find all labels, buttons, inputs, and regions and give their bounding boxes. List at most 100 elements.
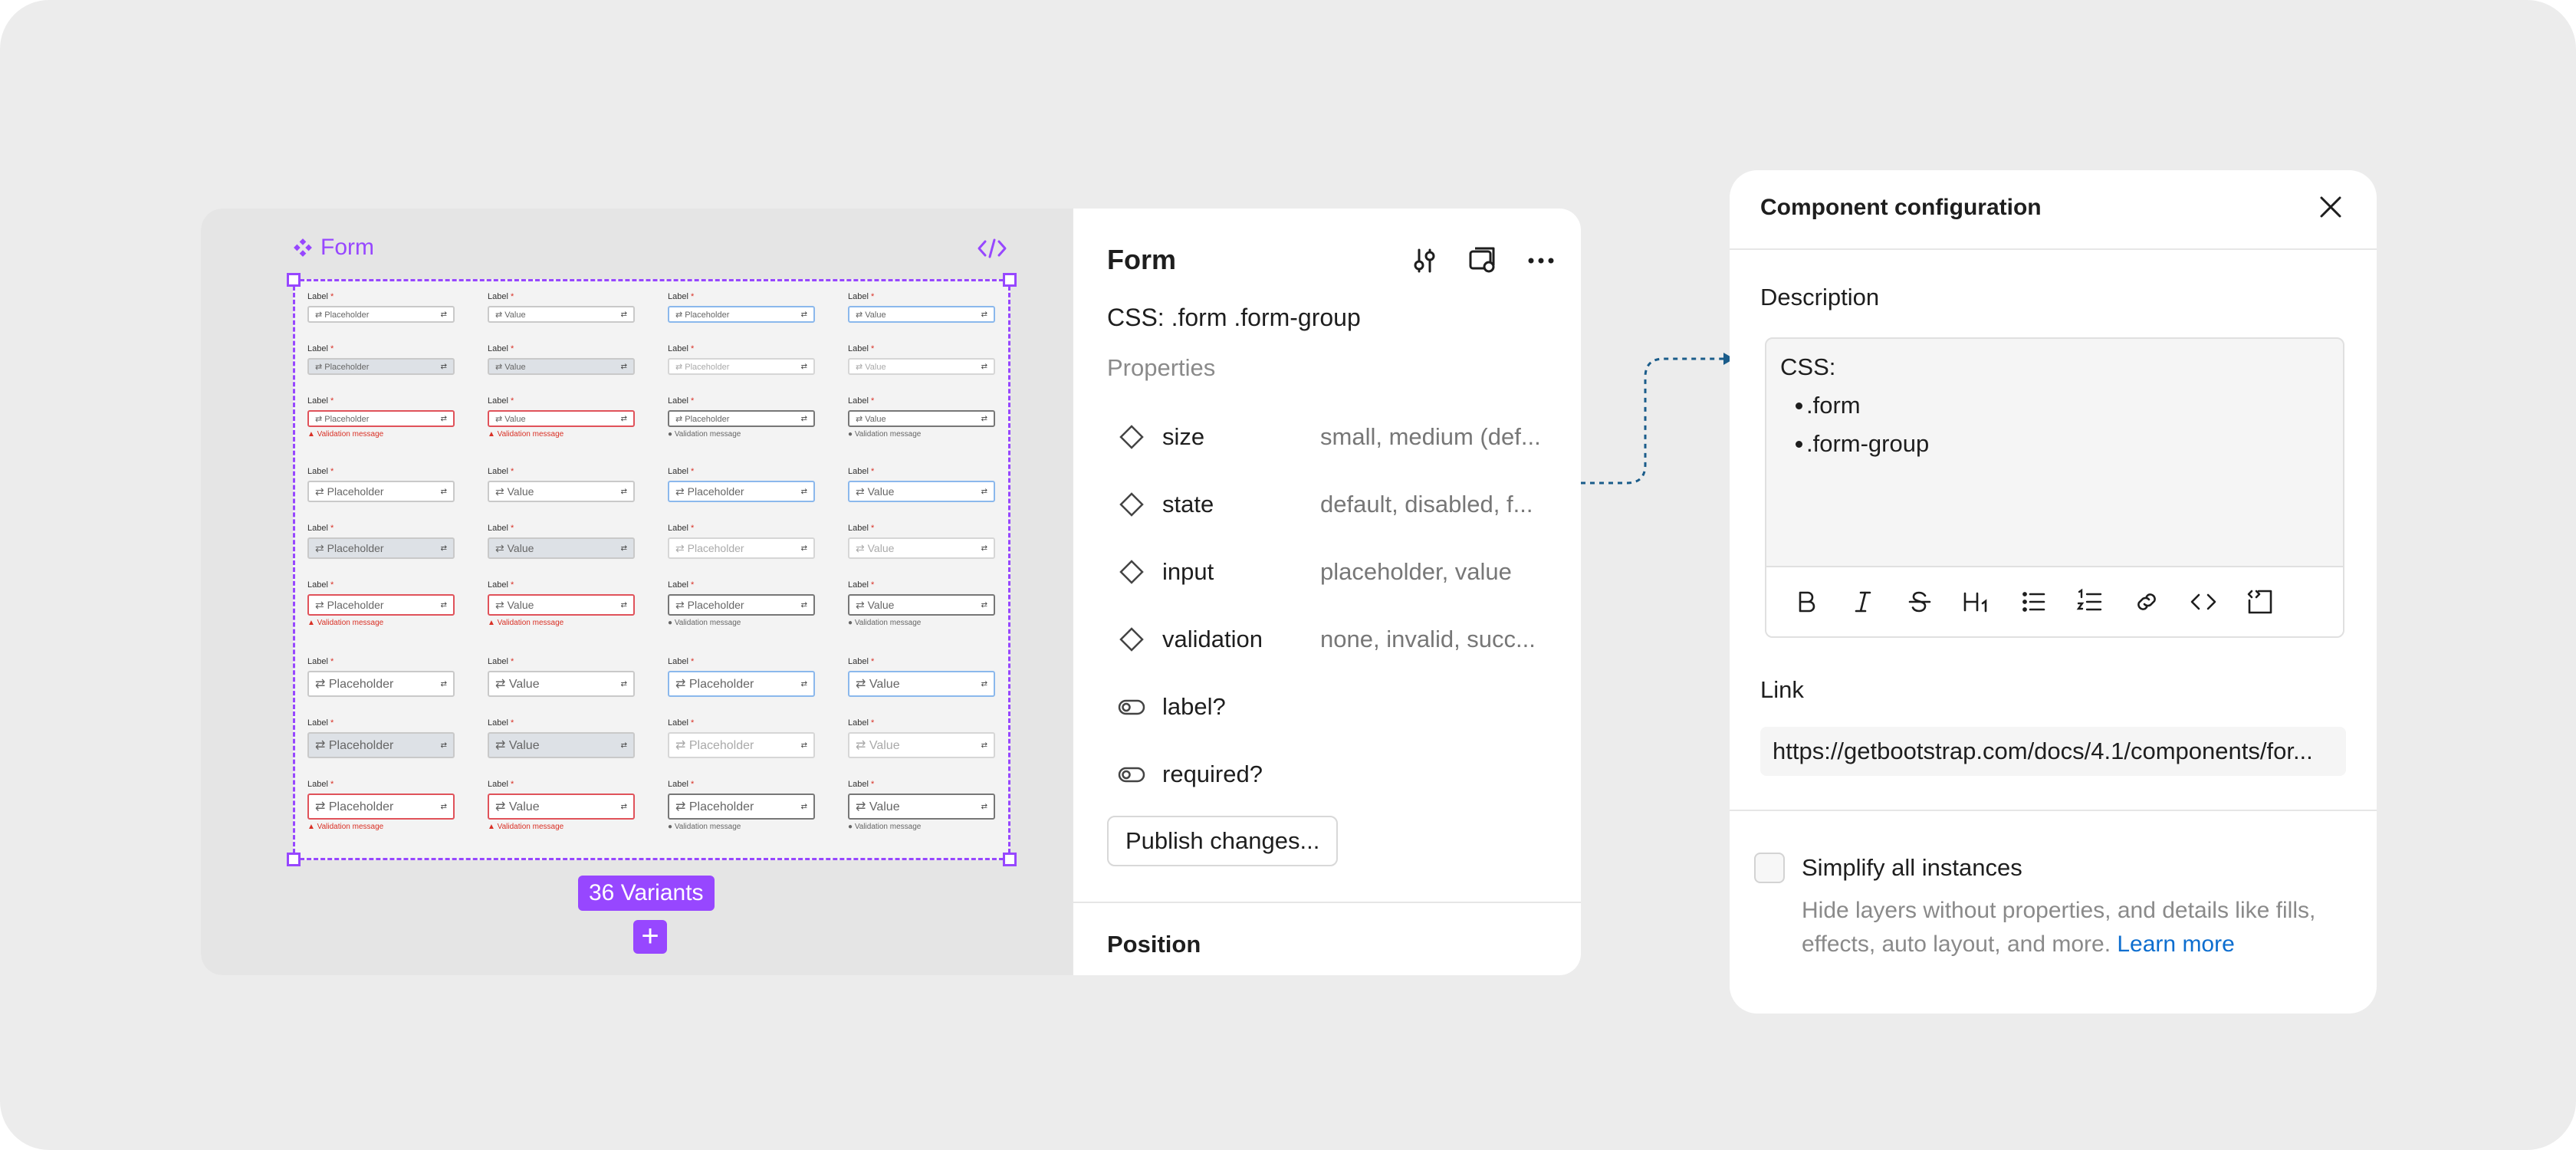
variant-input[interactable]: ⇄ Placeholder ⇄ bbox=[668, 358, 815, 375]
variant-input[interactable]: ⇄ Value ⇄ bbox=[488, 594, 635, 616]
variant-cell[interactable]: Label * ⇄ Placeholder ⇄ ▲ Validation messag… bbox=[307, 780, 455, 831]
variant-input[interactable]: ⇄ Value ⇄ bbox=[488, 537, 635, 559]
variant-input[interactable]: ⇄ Placeholder ⇄ bbox=[668, 537, 815, 559]
variant-cell[interactable]: Label * ⇄ Value ⇄ bbox=[488, 344, 635, 375]
simplify-label[interactable]: Simplify all instances bbox=[1802, 854, 2022, 882]
property-state[interactable]: state default, disabled, f... bbox=[1118, 481, 1562, 527]
variant-cell[interactable]: Label * ⇄ Placeholder ⇄ bbox=[307, 467, 455, 502]
variant-cell[interactable]: Label * ⇄ Placeholder ⇄ ▲ Validation messag… bbox=[307, 580, 455, 627]
variant-cell[interactable]: Label * ⇄ Placeholder ⇄ bbox=[307, 344, 455, 375]
component-config-icon[interactable] bbox=[1466, 244, 1500, 278]
variant-input[interactable]: ⇄ Placeholder ⇄ bbox=[307, 537, 455, 559]
variant-cell[interactable]: Label * ⇄ Value ⇄ ▲ Validation message bbox=[488, 780, 635, 831]
component-title[interactable]: Form bbox=[293, 235, 374, 261]
variant-input[interactable]: ⇄ Placeholder ⇄ bbox=[307, 732, 455, 758]
variant-input[interactable]: ⇄ Placeholder ⇄ bbox=[668, 671, 815, 697]
variant-cell[interactable]: Label * ⇄ Placeholder ⇄ ● Validation messag… bbox=[668, 780, 815, 831]
variant-cell[interactable]: Label * ⇄ Placeholder ⇄ bbox=[668, 292, 815, 323]
variant-cell[interactable]: Label * ⇄ Value ⇄ bbox=[848, 292, 995, 323]
variant-input[interactable]: ⇄ Placeholder ⇄ bbox=[307, 481, 455, 502]
variant-input[interactable]: ⇄ Value ⇄ bbox=[848, 671, 995, 697]
variant-input[interactable]: ⇄ Placeholder ⇄ bbox=[307, 410, 455, 427]
bullet-list-button[interactable] bbox=[2013, 582, 2053, 622]
variant-cell[interactable]: Label * ⇄ Placeholder ⇄ bbox=[668, 524, 815, 559]
variant-input[interactable]: ⇄ Value ⇄ bbox=[848, 732, 995, 758]
publish-button[interactable]: Publish changes... bbox=[1107, 816, 1339, 866]
resize-handle[interactable] bbox=[287, 853, 301, 866]
variant-input[interactable]: ⇄ Placeholder ⇄ bbox=[307, 358, 455, 375]
heading-button[interactable] bbox=[1957, 582, 1996, 622]
variant-cell[interactable]: Label * ⇄ Placeholder ⇄ bbox=[668, 467, 815, 502]
variant-input[interactable]: ⇄ Placeholder ⇄ bbox=[307, 306, 455, 323]
variant-cell[interactable]: Label * ⇄ Value ⇄ ● Validation message bbox=[848, 580, 995, 627]
variant-input[interactable]: ⇄ Value ⇄ bbox=[488, 794, 635, 820]
link-input[interactable]: https://getbootstrap.com/docs/4.1/compon… bbox=[1760, 727, 2346, 776]
variant-cell[interactable]: Label * ⇄ Value ⇄ bbox=[848, 718, 995, 758]
more-icon[interactable] bbox=[1524, 244, 1558, 278]
property-size[interactable]: size small, medium (def... bbox=[1118, 414, 1562, 460]
variant-cell[interactable]: Label * ⇄ Placeholder ⇄ bbox=[668, 657, 815, 697]
variant-cell[interactable]: Label * ⇄ Value ⇄ bbox=[848, 344, 995, 375]
adjust-icon[interactable] bbox=[1408, 244, 1441, 278]
strikethrough-button[interactable] bbox=[1900, 582, 1940, 622]
variant-input[interactable]: ⇄ Value ⇄ bbox=[848, 594, 995, 616]
link-button[interactable] bbox=[2127, 582, 2167, 622]
variant-cell[interactable]: Label * ⇄ Placeholder ⇄ bbox=[668, 344, 815, 375]
variant-cell[interactable]: Label * ⇄ Value ⇄ bbox=[848, 467, 995, 502]
code-button[interactable] bbox=[2183, 582, 2223, 622]
variant-input[interactable]: ⇄ Value ⇄ bbox=[848, 358, 995, 375]
variant-cell[interactable]: Label * ⇄ Placeholder ⇄ bbox=[668, 718, 815, 758]
variant-input[interactable]: ⇄ Placeholder ⇄ bbox=[668, 481, 815, 502]
component-frame[interactable]: Label * ⇄ Placeholder ⇄ Label * ⇄ Value ⇄ Labe… bbox=[287, 273, 1017, 866]
close-icon[interactable] bbox=[2315, 192, 2346, 222]
numbered-list-button[interactable] bbox=[2070, 582, 2110, 622]
description-text[interactable]: CSS: .form .form-group bbox=[1780, 348, 1929, 463]
canvas[interactable]: Form Label * ⇄ Placeholder ⇄ Label * ⇄ Value… bbox=[201, 209, 1072, 975]
property-input[interactable]: input placeholder, value bbox=[1118, 549, 1562, 595]
description-editor[interactable]: CSS: .form .form-group bbox=[1765, 337, 2344, 638]
variant-cell[interactable]: Label * ⇄ Placeholder ⇄ ● Validation messag… bbox=[668, 396, 815, 439]
bold-button[interactable] bbox=[1786, 582, 1826, 622]
variant-input[interactable]: ⇄ Placeholder ⇄ bbox=[668, 594, 815, 616]
variant-cell[interactable]: Label * ⇄ Value ⇄ ● Validation message bbox=[848, 396, 995, 439]
variant-cell[interactable]: Label * ⇄ Value ⇄ bbox=[488, 718, 635, 758]
variant-input[interactable]: ⇄ Value ⇄ bbox=[488, 358, 635, 375]
variant-input[interactable]: ⇄ Value ⇄ bbox=[488, 410, 635, 427]
variant-input[interactable]: ⇄ Value ⇄ bbox=[848, 306, 995, 323]
variant-cell[interactable]: Label * ⇄ Placeholder ⇄ ▲ Validation messag… bbox=[307, 396, 455, 439]
variant-cell[interactable]: Label * ⇄ Value ⇄ bbox=[488, 657, 635, 697]
variant-input[interactable]: ⇄ Placeholder ⇄ bbox=[307, 671, 455, 697]
variant-cell[interactable]: Label * ⇄ Value ⇄ bbox=[488, 292, 635, 323]
variant-cell[interactable]: Label * ⇄ Value ⇄ bbox=[848, 657, 995, 697]
resize-handle[interactable] bbox=[1003, 273, 1017, 287]
variant-input[interactable]: ⇄ Value ⇄ bbox=[488, 732, 635, 758]
simplify-checkbox[interactable] bbox=[1754, 853, 1785, 883]
add-variant-button[interactable]: + bbox=[633, 920, 667, 954]
property-validation[interactable]: validation none, invalid, succ... bbox=[1118, 616, 1562, 662]
variant-input[interactable]: ⇄ Value ⇄ bbox=[848, 481, 995, 502]
property-required[interactable]: required? bbox=[1118, 751, 1562, 797]
variant-input[interactable]: ⇄ Placeholder ⇄ bbox=[668, 732, 815, 758]
variant-cell[interactable]: Label * ⇄ Value ⇄ ▲ Validation message bbox=[488, 580, 635, 627]
variant-input[interactable]: ⇄ Value ⇄ bbox=[488, 671, 635, 697]
variant-cell[interactable]: Label * ⇄ Placeholder ⇄ bbox=[307, 292, 455, 323]
variant-input[interactable]: ⇄ Placeholder ⇄ bbox=[668, 306, 815, 323]
resize-handle[interactable] bbox=[1003, 853, 1017, 866]
variants-badge[interactable]: 36 Variants bbox=[578, 876, 715, 911]
variant-input[interactable]: ⇄ Placeholder ⇄ bbox=[307, 794, 455, 820]
italic-button[interactable] bbox=[1843, 582, 1883, 622]
variant-input[interactable]: ⇄ Value ⇄ bbox=[488, 481, 635, 502]
variant-cell[interactable]: Label * ⇄ Value ⇄ ● Validation message bbox=[848, 780, 995, 831]
variant-input[interactable]: ⇄ Value ⇄ bbox=[848, 537, 995, 559]
learn-more-link[interactable]: Learn more bbox=[2117, 932, 2234, 957]
variant-cell[interactable]: Label * ⇄ Value ⇄ ▲ Validation message bbox=[488, 396, 635, 439]
variant-input[interactable]: ⇄ Placeholder ⇄ bbox=[668, 410, 815, 427]
variant-input[interactable]: ⇄ Value ⇄ bbox=[488, 306, 635, 323]
resize-handle[interactable] bbox=[287, 273, 301, 287]
variant-cell[interactable]: Label * ⇄ Placeholder ⇄ ● Validation messag… bbox=[668, 580, 815, 627]
variant-input[interactable]: ⇄ Value ⇄ bbox=[848, 794, 995, 820]
variant-cell[interactable]: Label * ⇄ Placeholder ⇄ bbox=[307, 524, 455, 559]
variant-cell[interactable]: Label * ⇄ Placeholder ⇄ bbox=[307, 718, 455, 758]
code-icon[interactable] bbox=[977, 238, 1007, 259]
variant-input[interactable]: ⇄ Placeholder ⇄ bbox=[668, 794, 815, 820]
